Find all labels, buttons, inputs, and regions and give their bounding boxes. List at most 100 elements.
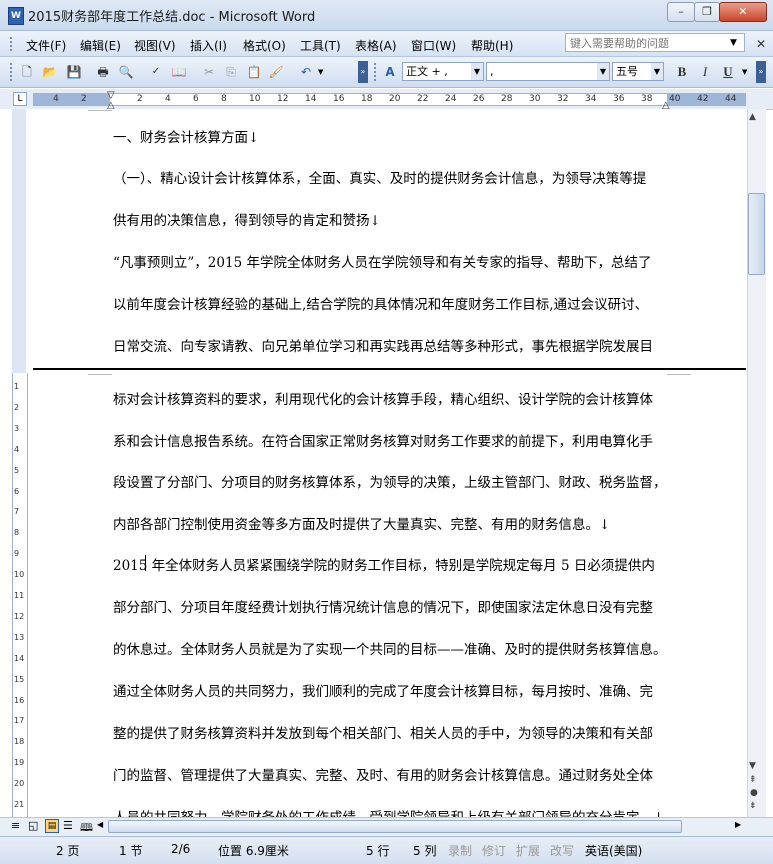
format-toolbar-overflow-icon[interactable]: » — [756, 61, 766, 83]
ruler-number: 4 — [165, 94, 171, 104]
document-heading[interactable]: 一、财务会计核算方面↓ — [113, 126, 259, 146]
scroll-down-icon[interactable]: ▼ — [749, 761, 756, 771]
vertical-ruler-number: 20 — [14, 779, 25, 789]
styles-icon[interactable]: A — [382, 64, 398, 80]
document-text-line[interactable]: 段设置了分部门、分项目的财务核算体系，为领导的决策，上级主管部门、财政、税务监督… — [113, 471, 667, 491]
status-track-changes[interactable]: 修订 — [482, 842, 506, 859]
menu-file[interactable]: 文件(F) — [26, 37, 66, 54]
vertical-ruler-number: 3 — [14, 423, 20, 433]
ruler-number: 18 — [361, 94, 373, 104]
scroll-left-icon[interactable]: ◀ — [97, 820, 103, 829]
ruler-number: 8 — [221, 94, 227, 104]
tab-selector[interactable]: L — [13, 92, 27, 106]
status-language[interactable]: 英语(美国) — [585, 842, 642, 859]
italic-button[interactable]: I — [697, 64, 713, 80]
font-combo[interactable]: , ▼ — [486, 62, 610, 81]
status-overtype[interactable]: 改写 — [550, 842, 574, 859]
normal-view-icon[interactable]: ≡ — [11, 819, 20, 832]
open-folder-icon[interactable]: 📂 — [42, 64, 58, 80]
research-icon[interactable]: 📖 — [171, 64, 187, 80]
document-text-line[interactable]: 部分部门、分项目年度经费计划执行情况统计信息的情况下，即使国家法定休息日没有完整 — [113, 596, 653, 616]
undo-dropdown-icon[interactable]: ▼ — [318, 68, 323, 76]
ruler-number: 30 — [529, 94, 541, 104]
document-text-line[interactable]: 整的提供了财务核算资料并发放到每个相关部门、相关人员的手中，为领导的决策和有关部 — [113, 722, 653, 742]
toolbar-overflow-icon[interactable]: » — [358, 61, 368, 83]
minimize-button[interactable]: – — [667, 2, 695, 22]
new-document-icon[interactable]: 🗋 — [19, 64, 35, 80]
menu-edit[interactable]: 编辑(E) — [80, 37, 121, 54]
font-dropdown-icon[interactable]: ▼ — [597, 63, 609, 80]
print-layout-view-icon[interactable]: ▤ — [45, 819, 59, 833]
document-text-line[interactable]: 系和会计信息报告系统。在符合国家正常财务核算对财务工作要求的前提下，利用电算化手 — [113, 430, 653, 450]
spelling-icon[interactable]: ✓ — [148, 64, 164, 80]
format-toolbar-grip — [374, 63, 379, 81]
font-size-dropdown-icon[interactable]: ▼ — [651, 63, 663, 80]
undo-icon[interactable]: ↶ — [298, 64, 314, 80]
print-preview-icon[interactable]: 🔍 — [118, 64, 134, 80]
paste-icon[interactable]: 📋 — [246, 64, 262, 80]
help-dropdown-icon[interactable]: ▼ — [730, 38, 737, 48]
maximize-button[interactable]: ❐ — [694, 2, 720, 22]
ruler-number: 28 — [501, 94, 513, 104]
print-icon[interactable]: 🖶 — [95, 64, 111, 80]
copy-icon[interactable]: ⎘ — [223, 64, 239, 80]
document-text-line[interactable]: 门的监督、管理提供了大量真实、完整、及时、有用的财务会计核算信息。通过财务处全体 — [113, 764, 653, 784]
menu-table[interactable]: 表格(A) — [355, 37, 397, 54]
cut-icon[interactable]: ✂ — [201, 64, 217, 80]
status-line: 5 行 — [366, 844, 390, 858]
next-page-icon[interactable]: ⇟ — [749, 801, 757, 811]
vertical-ruler-number: 9 — [14, 549, 20, 559]
document-text-line[interactable]: 通过全体财务人员的共同努力，我们顺利的完成了年度会计核算目标，每月按时、准确、完 — [113, 680, 653, 700]
document-text-line[interactable]: 内部各部门控制使用资金等多方面及时提供了大量真实、完整、有用的财务信息。↓ — [113, 513, 610, 533]
style-dropdown-icon[interactable]: ▼ — [471, 63, 483, 80]
format-painter-icon[interactable]: 🖌 — [268, 64, 284, 80]
menu-view[interactable]: 视图(V) — [134, 37, 176, 54]
bold-button[interactable]: B — [674, 64, 690, 80]
underline-button[interactable]: U — [720, 64, 736, 80]
vertical-ruler-number: 21 — [14, 800, 25, 809]
page-corner-mark — [88, 109, 112, 111]
web-layout-view-icon[interactable]: ◱ — [28, 819, 38, 832]
page-break-line — [33, 368, 746, 370]
ruler-left-margin — [34, 94, 110, 105]
browse-object-icon[interactable]: ● — [750, 788, 758, 798]
scroll-up-icon[interactable]: ▲ — [749, 112, 756, 122]
vertical-ruler-number: 7 — [14, 507, 20, 517]
document-text-line[interactable]: 日常交流、向专家请教、向兄弟单位学习和再实践再总结等多种形式，事先根据学院发展目 — [113, 335, 653, 355]
word-app-icon[interactable]: W — [8, 7, 24, 25]
underline-dropdown-icon[interactable]: ▼ — [742, 68, 747, 76]
font-size-combo[interactable]: 五号 ▼ — [612, 62, 664, 81]
menu-help[interactable]: 帮助(H) — [471, 37, 513, 54]
document-text-line[interactable]: 标对会计核算资料的要求，利用现代化的会计核算手段，精心组织、设计学院的会计核算体 — [113, 388, 653, 408]
document-text-line[interactable]: 供有用的决策信息，得到领导的肯定和赞扬↓ — [113, 209, 381, 229]
document-text-line[interactable]: “凡事预则立”，2015 年学院全体财务人员在学院领导和有关专家的指导、帮助下，… — [113, 251, 651, 271]
menu-tools[interactable]: 工具(T) — [300, 37, 341, 54]
status-extend[interactable]: 扩展 — [516, 842, 540, 859]
menu-insert[interactable]: 插入(I) — [190, 37, 227, 54]
document-text-line[interactable]: 2015 年全体财务人员紧紧围绕学院的财务工作目标，特别是学院规定每月 5 日必… — [113, 554, 655, 574]
help-search-input[interactable]: 键入需要帮助的问题 — [565, 33, 745, 52]
vertical-ruler-top — [12, 109, 26, 373]
close-document-icon[interactable]: ✕ — [756, 37, 766, 51]
menu-grip[interactable] — [10, 37, 15, 51]
scroll-right-icon[interactable]: ▶ — [735, 820, 741, 829]
outline-view-icon[interactable]: ☰ — [63, 819, 73, 832]
vertical-ruler-number: 5 — [14, 465, 20, 475]
document-text-line[interactable]: 以前年度会计核算经验的基础上,结合学院的具体情况和年度财务工作目标,通过会议研讨… — [113, 293, 648, 313]
close-button[interactable]: ✕ — [719, 2, 767, 22]
save-icon[interactable]: 💾 — [66, 64, 82, 80]
menu-format[interactable]: 格式(O) — [243, 37, 286, 54]
ruler-number: 26 — [473, 94, 485, 104]
vertical-scroll-thumb[interactable] — [748, 193, 765, 275]
window-title: 2015财务部年度工作总结.doc - Microsoft Word — [28, 10, 316, 25]
ruler-number: 16 — [333, 94, 345, 104]
status-record[interactable]: 录制 — [448, 842, 472, 859]
document-text-line[interactable]: （一）、精心设计会计核算体系，全面、真实、及时的提供财务会计信息，为领导决策等提 — [113, 167, 646, 187]
toolbar-grip[interactable] — [10, 63, 15, 81]
style-combo[interactable]: 正文 + , ▼ — [402, 62, 484, 81]
document-text-line[interactable]: 的休息过。全体财务人员就是为了实现一个共同的目标——准确、及时的提供财务核算信息… — [113, 638, 667, 658]
horizontal-scroll-thumb[interactable] — [108, 820, 682, 833]
previous-page-icon[interactable]: ⇞ — [749, 775, 757, 785]
vertical-ruler-number: 4 — [14, 444, 20, 454]
menu-window[interactable]: 窗口(W) — [411, 37, 456, 54]
